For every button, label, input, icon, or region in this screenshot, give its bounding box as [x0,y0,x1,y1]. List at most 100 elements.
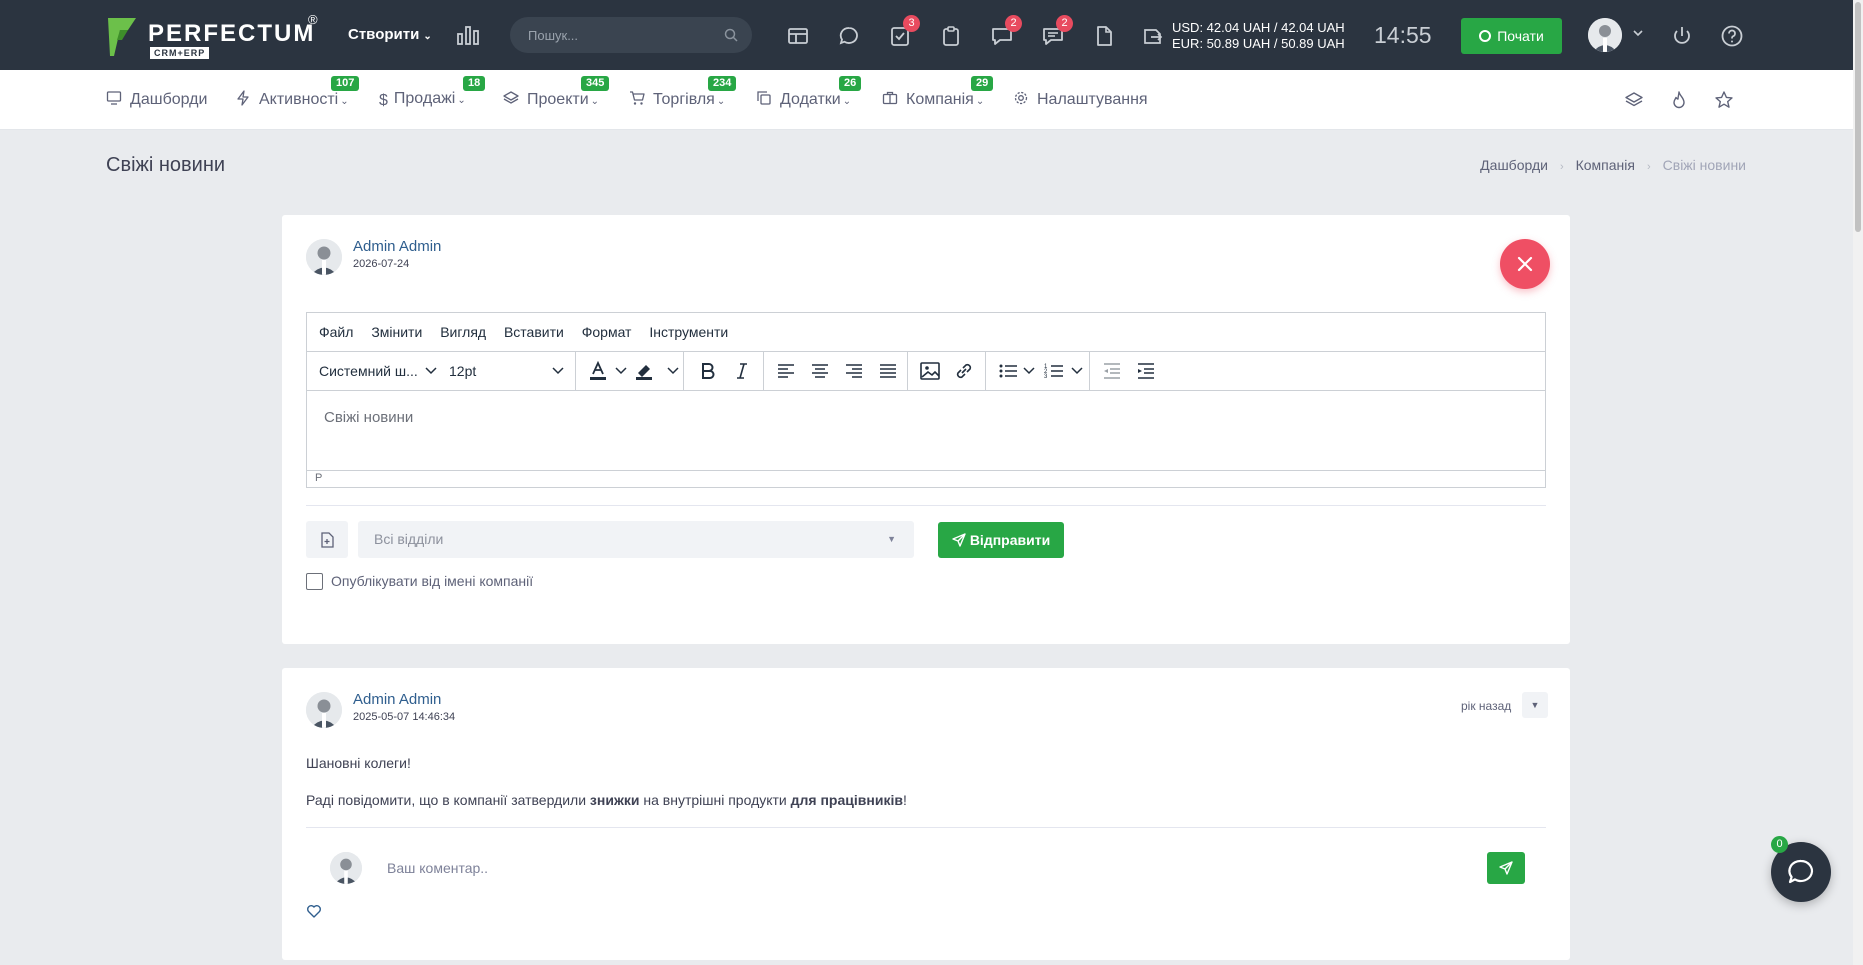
chevron-down-icon[interactable] [1071,366,1083,376]
send-icon [1499,861,1513,875]
file-add-icon [321,532,334,548]
logo-registered: ® [308,12,318,27]
comment-input[interactable] [387,856,1467,880]
layout-icon[interactable] [786,24,810,48]
create-dropdown[interactable]: Створити ⌄ [348,26,432,43]
attach-file-button[interactable] [306,521,348,558]
nav-item-sales[interactable]: $ Продажі ⌄ 18 [379,76,486,110]
close-button[interactable] [1500,239,1550,289]
fire-icon[interactable] [1669,90,1689,110]
nav-badge: 29 [971,76,994,91]
menu-tools[interactable]: Інструменти [649,313,728,352]
nav-item-activities[interactable]: Активності ⌄ 107 [235,76,360,110]
chat-bubble-icon[interactable] [837,24,861,48]
send-icon [952,533,966,547]
page-title: Свіжі новини [106,154,226,176]
post-options-button[interactable]: ▼ [1522,692,1548,718]
menu-insert[interactable]: Вставити [504,313,564,352]
nav-label: Налаштування [1037,91,1148,108]
text-color-icon[interactable] [587,361,609,381]
highlight-icon[interactable] [633,361,655,381]
clipboard-icon[interactable] [939,24,963,48]
editor-statusbar: P [307,470,1545,487]
menu-format[interactable]: Формат [582,313,632,352]
publish-as-company-checkbox[interactable]: Опублікувати від імені компанії [306,573,533,590]
nav-item-projects[interactable]: Проекти ⌄ 345 [503,76,610,110]
align-justify-icon[interactable] [877,361,899,381]
toolbar-separator [683,352,684,390]
numbered-list-icon[interactable]: 123 [1043,361,1065,381]
nav-item-dashboards[interactable]: Дашборди [106,90,207,110]
checkbox[interactable] [306,573,323,590]
menu-view[interactable]: Вигляд [440,313,486,352]
bold-icon[interactable] [697,361,719,381]
gear-icon [1014,91,1028,105]
post-body-bold: для працівників [790,792,903,808]
chat-icon[interactable]: 2 [990,15,1022,48]
post-body-text: Раді повідомити, що в компанії затвердил… [306,792,590,808]
start-timer-button[interactable]: Почати [1461,18,1562,54]
document-icon[interactable] [1092,24,1116,48]
nav-badge: 234 [708,76,737,91]
nav-item-settings[interactable]: Налаштування [1013,90,1148,110]
editor-content[interactable]: Свіжі новини [324,409,413,426]
messages-icon[interactable]: 2 [1041,15,1073,48]
toolbar-separator [1089,352,1090,390]
help-icon[interactable] [1720,24,1744,48]
breadcrumb-item[interactable]: Компанія [1576,157,1635,173]
editor-menubar: Файл Змінити Вигляд Вставити Формат Інст… [307,313,1545,352]
search-input[interactable] [528,17,718,53]
italic-icon[interactable] [731,361,753,381]
page-scrollbar[interactable] [1853,0,1863,965]
nav-item-addons[interactable]: Додатки ⌄ 26 [756,76,862,110]
chevron-down-icon[interactable] [615,366,627,376]
align-left-icon[interactable] [775,361,797,381]
font-family-select[interactable]: Системний ш... [319,352,429,390]
outdent-icon[interactable] [1101,361,1123,381]
power-icon[interactable] [1670,24,1694,48]
breadcrumb-item[interactable]: Дашборди [1480,157,1548,173]
chevron-down-icon[interactable] [667,366,679,376]
post-datetime: 2025-05-07 14:46:34 [353,711,456,723]
author-avatar [306,239,342,275]
font-size-value: 12pt [449,363,477,379]
font-size-select[interactable]: 12pt [449,352,529,390]
tasks-badge: 3 [903,15,920,32]
chevron-down-icon: ⌄ [423,31,432,42]
image-icon[interactable] [919,361,941,381]
send-button[interactable]: Відправити [938,522,1064,558]
editor-toolbar: Системний ш... 12pt 123 [307,352,1545,391]
align-right-icon[interactable] [843,361,865,381]
checkbox-label: Опублікувати від імені компанії [331,573,534,589]
star-icon[interactable] [1714,90,1734,110]
link-icon[interactable] [953,361,975,381]
toolbar-separator [907,352,908,390]
author-name[interactable]: Admin Admin [353,238,441,255]
chevron-down-icon[interactable] [1023,366,1035,376]
currency-exchange-icon[interactable] [1142,24,1164,46]
bullet-list-icon[interactable] [997,361,1019,381]
indent-icon[interactable] [1135,361,1157,381]
scrollbar-thumb[interactable] [1855,2,1861,232]
department-select[interactable]: Всі відділи ▼ [358,521,914,558]
send-label: Відправити [969,532,1051,548]
user-avatar[interactable] [1588,18,1622,52]
lightning-icon [237,90,249,106]
nav-item-company[interactable]: Компанія ⌄ 29 [882,76,994,110]
author-name[interactable]: Admin Admin [353,691,441,708]
nav-item-trade[interactable]: Торгівля ⌄ 234 [629,76,737,110]
element-path[interactable]: P [315,472,322,484]
news-composer-card: Admin Admin 2026-07-24 Файл Змінити Вигл… [282,215,1570,644]
chevron-down-icon[interactable] [1632,27,1644,39]
tasks-icon[interactable]: 3 [888,15,920,48]
heart-icon[interactable] [306,903,322,919]
nav-badge: 107 [331,76,360,91]
layers-icon[interactable] [1624,90,1644,110]
bar-chart-icon[interactable] [456,24,480,46]
comment-send-button[interactable] [1487,852,1525,884]
menu-edit[interactable]: Змінити [371,313,422,352]
logo[interactable]: PERFECTUM ® CRM+ERP [106,12,326,60]
menu-file[interactable]: Файл [319,313,353,352]
align-center-icon[interactable] [809,361,831,381]
search-icon[interactable] [724,28,738,42]
